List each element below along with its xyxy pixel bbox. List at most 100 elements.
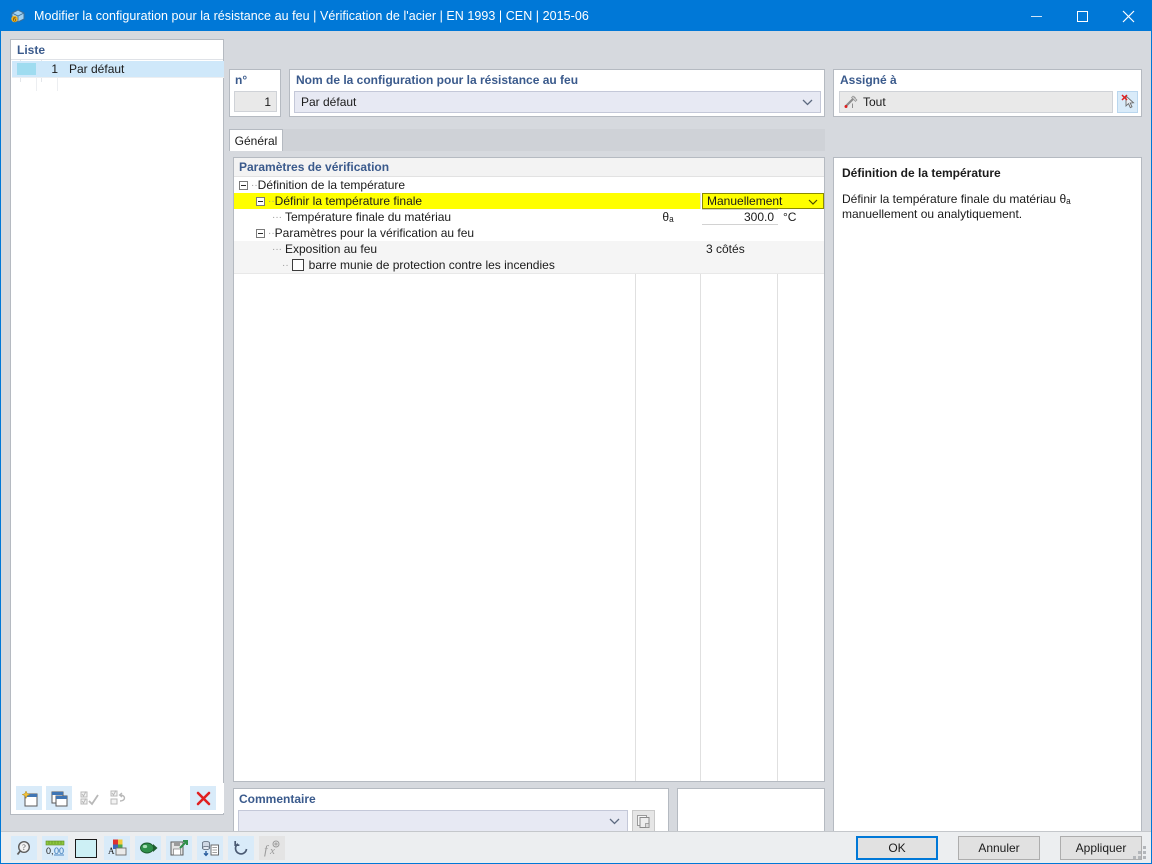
final-temperature-value: 300.0 (743, 210, 774, 224)
color-swatch-icon[interactable] (73, 836, 99, 860)
color-label-icon[interactable]: A (104, 836, 130, 860)
status-bar-icons: ? 0, 00 A f x (11, 836, 290, 860)
fire-exposure-value[interactable]: 3 côtés (702, 241, 778, 257)
assigned-to-header-label: Assigné à (840, 73, 897, 87)
tab-strip: Général (229, 129, 825, 151)
chevron-down-icon (808, 194, 818, 208)
parameter-unit: °C (783, 210, 797, 224)
resize-grip-icon[interactable] (1133, 846, 1147, 860)
number-header-label: n° (235, 73, 248, 87)
parameter-tree: ·· Définition de la température ·· Défin… (234, 177, 824, 781)
assigned-to-value: Tout (863, 95, 886, 109)
list-header-label: Liste (11, 40, 223, 60)
comment-combobox[interactable] (238, 810, 628, 832)
dialog-window: 6 Modifier la configuration pour la rési… (0, 0, 1152, 864)
ok-button[interactable]: OK (856, 836, 938, 860)
window-controls (1013, 1, 1151, 31)
parameter-label: barre munie de protection contre les inc… (308, 258, 555, 272)
svg-text:00: 00 (54, 846, 64, 856)
chevron-down-icon (802, 95, 813, 109)
tree-connector-icon: ·· (251, 179, 258, 191)
render-arrow-icon[interactable] (135, 836, 161, 860)
parameter-label: Définir la température finale (274, 194, 423, 208)
description-text: Définir la température finale du matéria… (842, 192, 1071, 221)
svg-text:?: ? (22, 843, 26, 852)
description-panel: Définition de la température Définir la … (833, 157, 1142, 836)
fx-formula-icon[interactable]: f x (259, 836, 285, 860)
configuration-name-combobox[interactable]: Par défaut (294, 91, 821, 113)
assigned-to-field[interactable]: I Tout (839, 91, 1113, 113)
cancel-button-label: Annuler (978, 841, 1020, 855)
tab-general[interactable]: Général (229, 129, 283, 151)
apply-button-label: Appliquer (1075, 841, 1127, 855)
tree-connector-icon: ·· (268, 227, 275, 239)
magnifier-info-icon[interactable]: ? (11, 836, 37, 860)
description-title: Définition de la température (842, 166, 1001, 180)
number-panel: n° 1 (229, 69, 281, 117)
minimize-icon[interactable] (1013, 1, 1059, 31)
define-final-temperature-value: Manuellement (707, 194, 783, 208)
configuration-name-header-label: Nom de la configuration pour la résistan… (296, 73, 579, 87)
auxiliary-panel (677, 788, 825, 836)
cancel-button[interactable]: Annuler (958, 836, 1040, 860)
title-bar: 6 Modifier la configuration pour la rési… (1, 1, 1151, 31)
save-arrow-icon[interactable] (166, 836, 192, 860)
table-row[interactable]: ·· Définition de la température (234, 177, 824, 193)
svg-text:I: I (852, 104, 854, 109)
comment-library-icon[interactable] (632, 810, 655, 832)
parameter-symbol: θₐ (662, 210, 674, 224)
table-row[interactable]: ·· Paramètres pour la vérification au fe… (234, 225, 824, 241)
tree-connector-icon: ·· (282, 259, 289, 271)
ok-button-label: OK (888, 841, 906, 855)
fire-protection-checkbox[interactable] (291, 259, 304, 271)
define-final-temperature-combobox[interactable]: Manuellement (702, 193, 824, 209)
comment-panel: Commentaire (233, 788, 669, 836)
decimal-0-00-icon[interactable]: 0, 00 (42, 836, 68, 860)
table-row[interactable]: ·· Définir la température finale Manuell… (234, 193, 824, 209)
configuration-name-panel: Nom de la configuration pour la résistan… (289, 69, 825, 117)
list-toolbar (12, 783, 224, 813)
svg-text:0,: 0, (46, 846, 54, 856)
tab-general-label: Général (234, 133, 278, 148)
verification-parameters-panel: Paramètres de vérification ·· Définition… (233, 157, 825, 782)
table-row[interactable]: ··· Exposition au feu 3 côtés (234, 241, 824, 257)
tree-caption-label: Paramètres de vérification (234, 158, 824, 177)
comment-header-label: Commentaire (239, 792, 316, 806)
chevron-down-icon (609, 814, 620, 828)
parameter-label: Température finale du matériau (285, 210, 452, 224)
configuration-list-panel: Liste 1 Par défaut (10, 39, 224, 815)
table-row[interactable]: ··· Température finale du matériau θₐ 30… (234, 209, 824, 225)
collapse-toggle-icon[interactable] (239, 180, 248, 190)
select-all-button[interactable] (76, 786, 102, 810)
delete-configuration-button[interactable] (190, 786, 216, 810)
close-icon[interactable] (1105, 1, 1151, 31)
list-item[interactable]: 1 Par défaut (12, 61, 224, 77)
parameter-label: Exposition au feu (285, 242, 378, 256)
undo-circle-icon[interactable] (228, 836, 254, 860)
table-row[interactable]: ·· barre munie de protection contre les … (234, 257, 824, 273)
tree-connector-icon: ··· (272, 243, 282, 255)
tree-connector-icon: ·· (268, 195, 275, 207)
duplicate-configuration-button[interactable] (46, 786, 72, 810)
maximize-icon[interactable] (1059, 1, 1105, 31)
collapse-toggle-icon[interactable] (256, 228, 265, 238)
parameter-label: Paramètres pour la vérification au feu (274, 226, 475, 240)
app-fire-config-icon: 6 (10, 8, 26, 24)
final-temperature-input[interactable]: 300.0 (702, 209, 778, 225)
apply-button[interactable]: Appliquer (1060, 836, 1142, 860)
invert-selection-button[interactable] (106, 786, 132, 810)
list-item-color-swatch (17, 63, 36, 75)
collapse-toggle-icon[interactable] (256, 196, 265, 206)
member-select-icon: I (844, 95, 859, 109)
parameter-label: Définition de la température (257, 178, 406, 192)
status-bar: ? 0, 00 A f x OK Annuler Appliquer (1, 831, 1151, 863)
tree-connector-icon: ··· (272, 211, 282, 223)
window-title: Modifier la configuration pour la résist… (34, 9, 589, 23)
pick-cursor-icon[interactable] (1117, 91, 1138, 113)
new-configuration-button[interactable] (16, 786, 42, 810)
dialog-buttons: OK Annuler Appliquer (836, 836, 1142, 860)
number-value: 1 (234, 91, 277, 112)
svg-text:A: A (108, 846, 115, 856)
list-item-label: Par défaut (69, 62, 125, 76)
list-import-icon[interactable] (197, 836, 223, 860)
